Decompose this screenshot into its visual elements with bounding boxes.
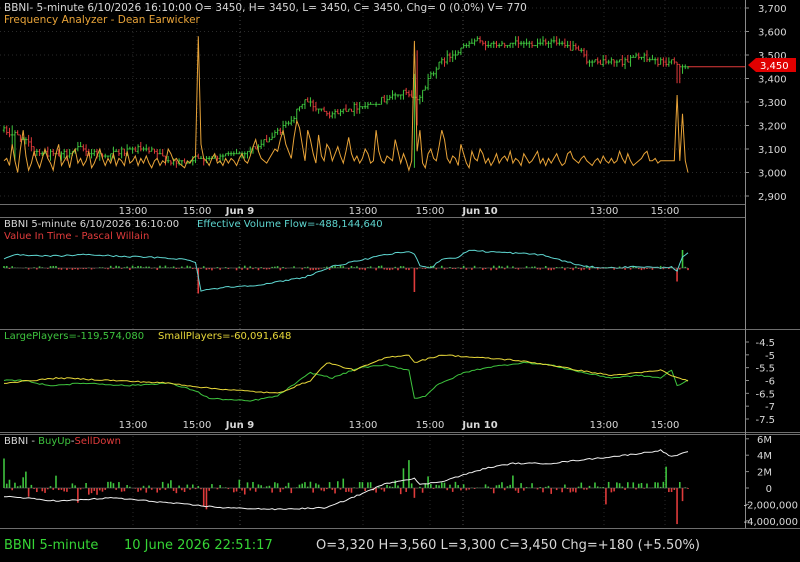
value-in-time-label: Value In Time - Pascal Willain	[4, 231, 149, 242]
price-tag: 3,450	[748, 58, 796, 72]
value-in-time-bars	[3, 250, 689, 294]
price-tick-label: 3,700	[758, 4, 787, 15]
time-label-top: 15:00	[651, 206, 680, 217]
evf-label: Effective Volume Flow=-488,144,640	[197, 219, 383, 230]
time-label-top: 15:00	[416, 206, 445, 217]
buysell-tick-label: 6M	[757, 435, 772, 446]
symbol-info-line: BBNI- 5-minute 6/10/2026 16:10:00 O= 345…	[4, 2, 527, 14]
buysell-tick-label: -2,000,000	[743, 500, 798, 511]
buysell-tick-label: 2M	[757, 468, 772, 479]
time-label-top: 13:00	[119, 206, 148, 217]
buysell-tick-label: 4M	[757, 451, 772, 462]
time-label-bottom: 13:00	[349, 420, 378, 431]
players-tick-label: -4.5	[755, 338, 775, 349]
time-label-bottom: 15:00	[416, 420, 445, 431]
time-label-top: Jun 9	[225, 206, 254, 217]
buysell-tick-label: -4,000,000	[743, 517, 798, 528]
status-datetime: 10 June 2026 22:51:17	[124, 538, 273, 553]
time-label-bottom: 15:00	[651, 420, 680, 431]
players-tick-label: -7	[765, 402, 775, 413]
small-players-line	[4, 354, 689, 394]
time-label-bottom: 13:00	[119, 420, 148, 431]
players-tick-label: -6.5	[755, 389, 775, 400]
players-tick-label: -7.5	[755, 415, 775, 426]
time-label-bottom: 15:00	[183, 420, 212, 431]
time-label-top: 15:00	[183, 206, 212, 217]
large-players-label: LargePlayers=-119,574,080	[4, 331, 144, 342]
chart-window: BBNI- 5-minute 6/10/2026 16:10:00 O= 345…	[0, 0, 800, 562]
buysell-tick-label: 0	[766, 484, 772, 495]
price-tick-label: 3,200	[758, 122, 787, 133]
price-tick-label: 2,900	[758, 192, 787, 203]
price-tag-value: 3,450	[760, 61, 789, 72]
time-label-bottom: 13:00	[590, 420, 619, 431]
players-tick-label: -6	[765, 377, 775, 388]
players-tick-label: -5	[765, 351, 775, 362]
price-tick-label: 3,300	[758, 98, 787, 109]
status-ohlc: O=3,320 H=3,560 L=3,300 C=3,450 Chg=+180…	[316, 538, 700, 553]
price-tick-label: 3,000	[758, 169, 787, 180]
price-tick-label: 3,400	[758, 75, 787, 86]
buyup-selldown-title: BBNI - BuyUp-SellDown	[4, 436, 121, 447]
status-symbol: BBNI 5-minute	[4, 538, 98, 553]
time-label-top: Jun 10	[461, 206, 497, 217]
time-label-top: 13:00	[590, 206, 619, 217]
buyup-selldown-bars	[3, 458, 689, 525]
cumulative-line	[4, 449, 689, 511]
small-players-label: SmallPlayers=-60,091,648	[158, 331, 291, 342]
panel2-title: BBNI 5-minute 6/10/2026 16:10:00	[4, 219, 179, 230]
price-tick-label: 3,600	[758, 28, 787, 39]
indicator-title: Frequency Analyzer - Dean Earwicker	[4, 14, 201, 26]
effective-volume-flow-line	[3, 249, 689, 292]
price-tick-label: 3,100	[758, 145, 787, 156]
candlestick-series	[2, 36, 745, 168]
chart-svg: BBNI- 5-minute 6/10/2026 16:10:00 O= 345…	[0, 0, 800, 553]
time-label-bottom: Jun 9	[225, 420, 254, 431]
time-label-top: 13:00	[349, 206, 378, 217]
players-tick-label: -5.5	[755, 364, 775, 375]
time-label-bottom: Jun 10	[461, 420, 497, 431]
